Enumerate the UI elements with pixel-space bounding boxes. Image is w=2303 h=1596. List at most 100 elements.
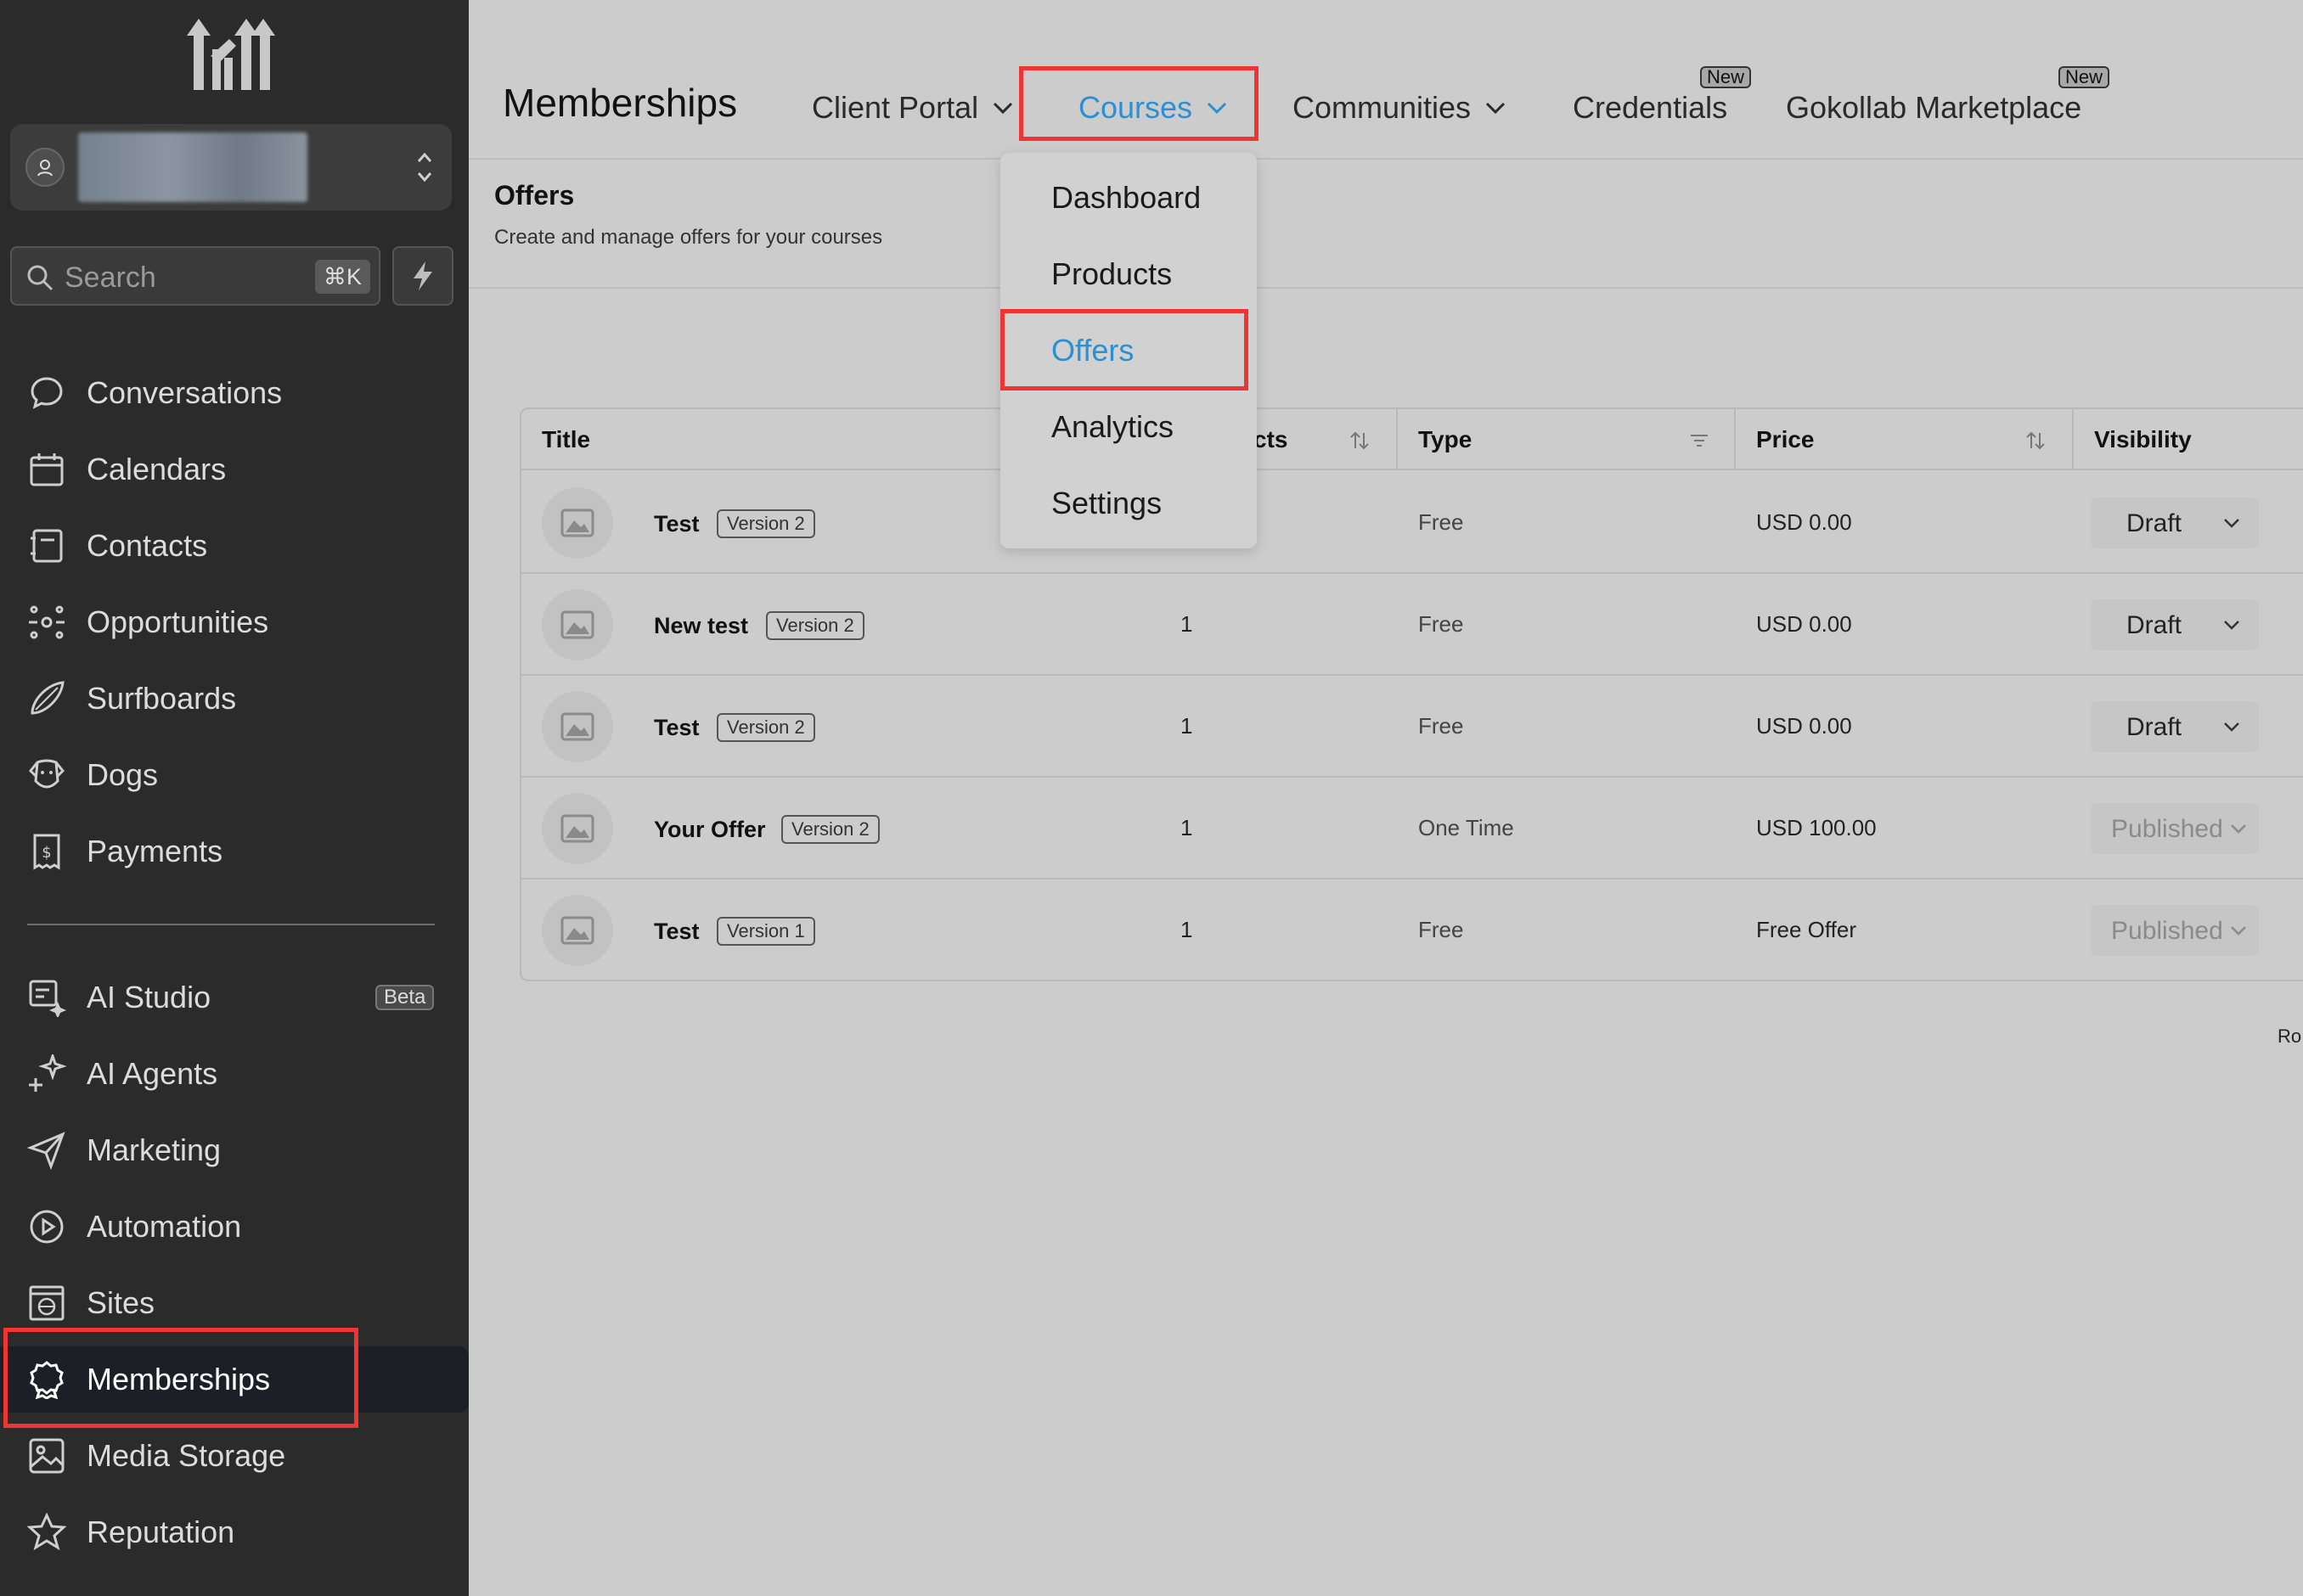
offer-title[interactable]: Test: [654, 919, 700, 945]
section-title: Offers: [494, 180, 575, 211]
offer-price: Free Offer: [1756, 917, 1857, 942]
sort-icon[interactable]: [2024, 430, 2047, 452]
sidebar-item-media-storage[interactable]: Media Storage: [0, 1423, 469, 1489]
chevron-down-icon: [2231, 824, 2246, 834]
sidebar-item-reputation[interactable]: Reputation: [0, 1499, 469, 1565]
version-badge: Version 1: [717, 917, 815, 946]
sidebar-item-calendars[interactable]: Calendars: [0, 436, 469, 503]
visibility-select[interactable]: Draft: [2091, 497, 2259, 548]
offer-thumbnail: [542, 793, 613, 864]
search-icon: [27, 265, 53, 291]
app-logo-icon[interactable]: [187, 19, 275, 90]
offer-products: 1: [1180, 815, 1193, 840]
offer-title[interactable]: Your Offer: [654, 817, 766, 843]
sidebar-item-surfboards[interactable]: Surfboards: [0, 666, 469, 732]
offer-type: Free: [1418, 917, 1464, 942]
top-navigation: Memberships Client Portal Courses Commun…: [469, 0, 2303, 160]
opportunities-icon: [29, 605, 65, 639]
table-row[interactable]: Test Version 1 1 Free Free Offer Publish…: [521, 879, 2303, 980]
table-row[interactable]: Test Version 2 1 Free USD 0.00 Draft: [521, 676, 2303, 778]
offer-title[interactable]: Test: [654, 511, 700, 537]
table-row[interactable]: Your Offer Version 2 1 One Time USD 100.…: [521, 778, 2303, 879]
sidebar-item-dogs[interactable]: Dogs: [0, 742, 469, 808]
sidebar: Search ⌘K Conversations Calendars Contac…: [0, 0, 469, 1596]
sidebar-item-payments[interactable]: $ Payments: [0, 818, 469, 885]
image-placeholder-icon: [560, 712, 594, 741]
column-type[interactable]: Type: [1418, 409, 1472, 470]
offer-title[interactable]: Test: [654, 715, 700, 741]
search-input[interactable]: Search ⌘K: [10, 246, 380, 306]
menu-item-products[interactable]: Products: [1051, 256, 1172, 292]
beta-badge: Beta: [375, 985, 435, 1010]
sidebar-item-conversations[interactable]: Conversations: [0, 360, 469, 426]
table-row[interactable]: New test Version 2 1 Free USD 0.00 Draft: [521, 574, 2303, 676]
new-badge: New: [1700, 66, 1752, 88]
menu-item-dashboard[interactable]: Dashboard: [1051, 180, 1201, 216]
dog-icon: [28, 759, 65, 789]
menu-item-analytics[interactable]: Analytics: [1051, 409, 1174, 445]
account-name-redacted: [78, 132, 307, 202]
sidebar-item-sites[interactable]: Sites: [0, 1270, 469, 1336]
tab-client-portal[interactable]: Client Portal: [812, 90, 1014, 126]
chevron-down-icon: [2224, 722, 2239, 732]
menu-item-settings[interactable]: Settings: [1051, 486, 1162, 521]
rows-per-page-label-clipped: Ro: [2278, 1026, 2302, 1047]
image-icon: [29, 1438, 65, 1474]
image-placeholder-icon: [560, 509, 594, 537]
tab-credentials[interactable]: Credentials: [1573, 90, 1727, 126]
globe-window-icon: [29, 1285, 65, 1321]
quick-action-button[interactable]: [392, 246, 453, 306]
offer-thumbnail: [542, 589, 613, 660]
chevron-up-down-icon: [417, 152, 432, 183]
offer-products: 1: [1180, 713, 1193, 739]
sidebar-item-automation[interactable]: Automation: [0, 1194, 469, 1260]
sidebar-item-ai-agents[interactable]: AI Agents: [0, 1041, 469, 1107]
send-icon: [27, 1132, 65, 1170]
page-title: Memberships: [503, 81, 738, 125]
offer-type: One Time: [1418, 815, 1514, 840]
column-price[interactable]: Price: [1756, 409, 1815, 470]
version-badge: Version 2: [717, 509, 815, 538]
offer-type: Free: [1418, 611, 1464, 637]
chevron-down-icon: [994, 102, 1013, 115]
column-visibility[interactable]: Visibility: [2094, 409, 2192, 470]
tab-gokollab-marketplace[interactable]: Gokollab Marketplace: [1786, 90, 2081, 126]
image-placeholder-icon: [560, 814, 594, 843]
visibility-select[interactable]: Published: [2091, 803, 2259, 854]
version-badge: Version 2: [766, 611, 864, 640]
table-row[interactable]: Test Version 2 Free USD 0.00 Draft: [521, 472, 2303, 574]
sidebar-item-contacts[interactable]: Contacts: [0, 513, 469, 579]
offer-title[interactable]: New test: [654, 613, 748, 639]
image-placeholder-icon: [560, 916, 594, 945]
offer-thumbnail: [542, 895, 613, 966]
offer-type: Free: [1418, 509, 1464, 535]
column-separator: [2072, 409, 2074, 470]
visibility-select[interactable]: Draft: [2091, 599, 2259, 650]
sidebar-item-opportunities[interactable]: Opportunities: [0, 589, 469, 655]
svg-text:$: $: [42, 844, 51, 862]
play-circle-icon: [30, 1210, 64, 1244]
column-title[interactable]: Title: [542, 409, 590, 470]
offer-thumbnail: [542, 691, 613, 762]
offer-price: USD 0.00: [1756, 713, 1852, 739]
tab-communities[interactable]: Communities: [1292, 90, 1506, 126]
offers-header: Offers Create and manage offers for your…: [469, 161, 2303, 289]
account-switcher[interactable]: [10, 124, 452, 211]
offer-thumbnail: [542, 487, 613, 559]
sort-icon[interactable]: [1349, 430, 1371, 452]
chevron-down-icon: [2231, 926, 2246, 936]
visibility-select[interactable]: Published: [2091, 905, 2259, 956]
column-products[interactable]: cts: [1253, 409, 1287, 470]
filter-icon[interactable]: [1688, 430, 1710, 452]
surfboard-icon: [31, 681, 65, 715]
star-icon: [27, 1513, 66, 1551]
visibility-select[interactable]: Draft: [2091, 701, 2259, 752]
search-placeholder: Search: [65, 261, 156, 294]
sidebar-item-marketing[interactable]: Marketing: [0, 1117, 469, 1183]
column-separator: [1396, 409, 1398, 470]
version-badge: Version 2: [717, 713, 815, 742]
search-shortcut: ⌘K: [314, 260, 370, 294]
location-avatar-icon: [25, 148, 65, 187]
contacts-icon: [31, 529, 63, 563]
memberships-highlight-box: [3, 1328, 358, 1428]
